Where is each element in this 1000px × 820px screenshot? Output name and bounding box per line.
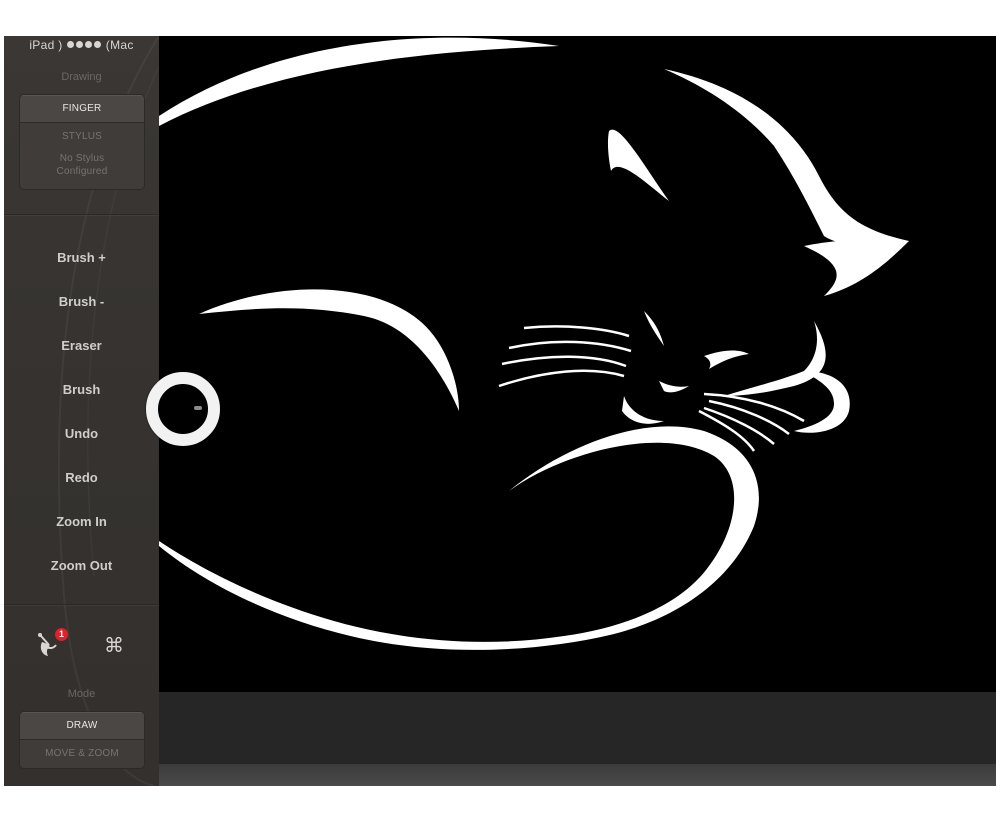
brush-button[interactable]: Brush [4, 382, 159, 397]
sidebar: iPad ) (Mac Drawing FINGER STYLUS No Sty… [4, 36, 159, 786]
brush-plus-button[interactable]: Brush + [4, 250, 159, 265]
brush-minus-button[interactable]: Brush - [4, 294, 159, 309]
target-label: Mac [110, 38, 134, 52]
drawing-section-label: Drawing [61, 71, 102, 83]
shortcuts-button[interactable]: ⌘ [99, 630, 129, 660]
connection-status: iPad ) (Mac [4, 38, 159, 52]
device-label: iPad [29, 38, 55, 52]
redo-button[interactable]: Redo [4, 470, 159, 485]
touch-cursor [146, 372, 220, 446]
signal-dots [66, 38, 102, 52]
zoom-in-button[interactable]: Zoom In [4, 514, 159, 529]
draw-mode-option[interactable]: DRAW [20, 712, 144, 740]
app-menu-button[interactable]: 1 [34, 628, 68, 660]
zoom-out-button[interactable]: Zoom Out [4, 558, 159, 573]
eraser-button[interactable]: Eraser [4, 338, 159, 353]
cat-artwork [159, 37, 909, 650]
canvas-bottom-bar [159, 692, 996, 764]
drawing-input-selector: FINGER STYLUS No Stylus Configured [19, 94, 145, 190]
sidebar-divider-bottom [4, 604, 159, 605]
mode-section-label: Mode [67, 688, 96, 700]
finger-option[interactable]: FINGER [20, 95, 144, 123]
command-key-icon: ⌘ [104, 634, 124, 657]
no-stylus-configured-text: No Stylus Configured [56, 153, 108, 177]
undo-button[interactable]: Undo [4, 426, 159, 441]
stylus-option[interactable]: STYLUS [20, 123, 144, 150]
signal-icon: ) [58, 38, 63, 52]
canvas-bottom-strip [159, 764, 996, 786]
stylus-tip-icon [194, 406, 202, 410]
app-window: iPad ) (Mac Drawing FINGER STYLUS No Sty… [4, 36, 996, 786]
drawing-canvas[interactable] [159, 36, 996, 786]
move-zoom-mode-option[interactable]: MOVE & ZOOM [20, 740, 144, 768]
sidebar-divider-top [4, 214, 159, 215]
notification-badge: 1 [55, 628, 68, 641]
mode-selector: DRAW MOVE & ZOOM [19, 711, 145, 769]
